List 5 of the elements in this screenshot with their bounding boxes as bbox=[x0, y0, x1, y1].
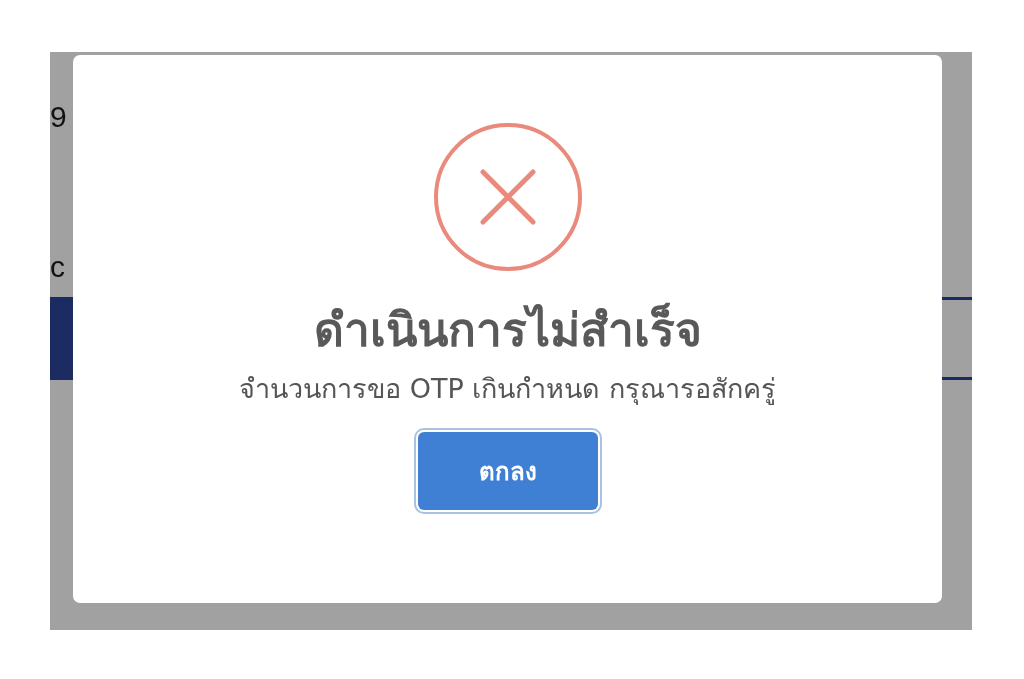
page-text: 9 bbox=[50, 100, 68, 134]
dialog-message: จำนวนการขอ OTP เกินกำหนด กรุณารอสักครู่ bbox=[239, 372, 776, 407]
page-text: c bbox=[50, 250, 66, 284]
error-icon bbox=[432, 122, 583, 272]
dialog-title: ดำเนินการไม่สำเร็จ bbox=[313, 301, 702, 359]
